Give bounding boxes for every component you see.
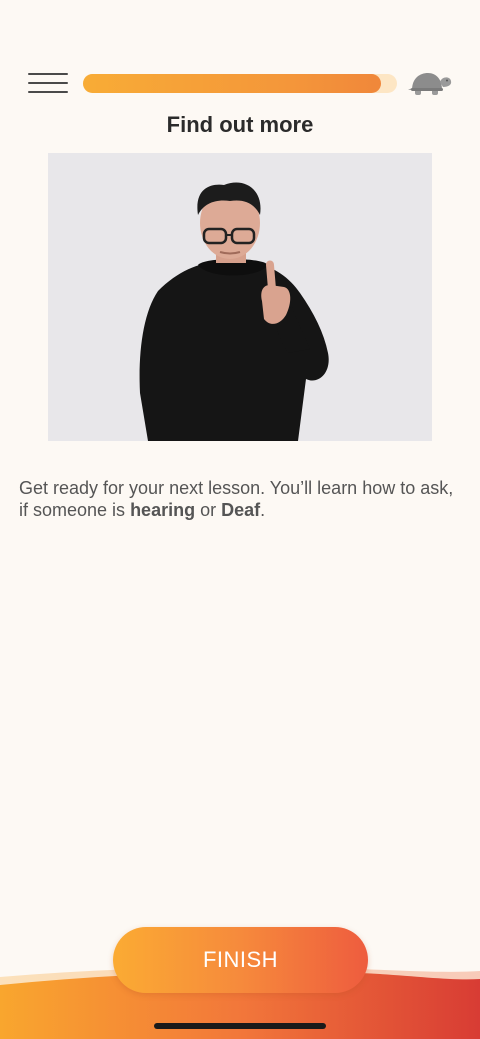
lesson-progress-fill (83, 74, 382, 93)
keyword-deaf: Deaf (221, 500, 261, 520)
lesson-progress-bar (83, 74, 397, 93)
top-bar (0, 62, 480, 106)
description-text: . (260, 500, 266, 520)
page-title: Find out more (166, 112, 314, 137)
hamburger-menu-icon[interactable] (26, 72, 70, 94)
keyword-hearing: hearing (130, 500, 196, 520)
home-indicator[interactable] (154, 1023, 326, 1029)
signer-illustration (48, 153, 432, 441)
lesson-screen: Find out more Get ready for your next le… (0, 0, 480, 1039)
turtle-icon[interactable] (406, 68, 454, 100)
finish-button[interactable]: FINISH (113, 927, 368, 993)
sign-video[interactable] (48, 153, 432, 441)
lesson-description: Get ready for your next lesson. You’ll l… (19, 477, 459, 521)
description-text: or (195, 500, 222, 520)
